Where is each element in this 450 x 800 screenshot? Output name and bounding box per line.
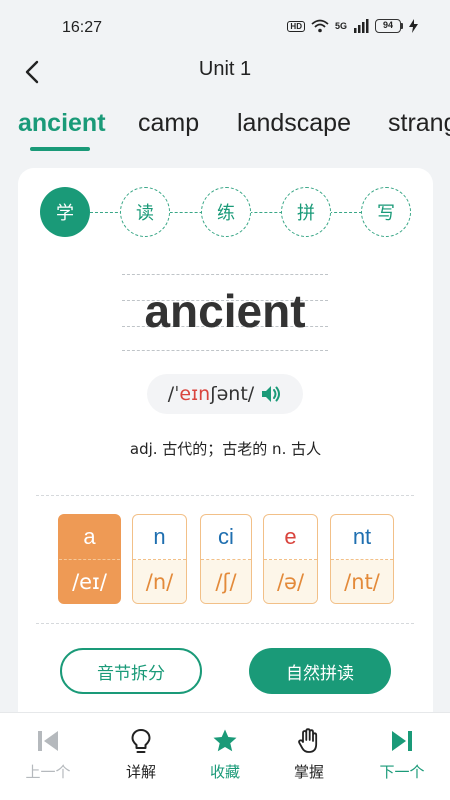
status-time: 16:27 [62, 19, 103, 36]
syllable-letters: a [59, 515, 120, 560]
next-button[interactable]: 下一个 [367, 727, 437, 782]
star-icon [213, 729, 237, 752]
syllable-sound: /ʃ/ [201, 560, 251, 603]
favorite-label: 收藏 [209, 763, 240, 781]
active-tab-indicator [30, 147, 90, 151]
syllable-sound: /eɪ/ [59, 560, 120, 603]
tab-camp[interactable]: camp [138, 109, 199, 138]
charging-icon [409, 19, 418, 33]
step-read[interactable]: 读 [120, 187, 170, 237]
step-write[interactable]: 写 [361, 187, 411, 237]
word-card: 学 读 练 拼 写 ancient /ˈeɪnʃənt/ adj. 古代的；古老… [18, 168, 433, 768]
battery-icon: 94 [375, 19, 403, 33]
detail-label: 详解 [125, 763, 156, 781]
divider [36, 623, 414, 624]
phonics-read-button[interactable]: 自然拼读 [249, 648, 391, 694]
header: Unit 1 [0, 50, 450, 94]
stressed-syllable: eɪn [179, 383, 211, 405]
learning-steps: 学 读 练 拼 写 [40, 187, 412, 239]
tab-strang[interactable]: strang [388, 109, 450, 138]
syllable-a[interactable]: a /eɪ/ [58, 514, 121, 604]
syllable-sound: /nt/ [331, 560, 393, 603]
syllable-letters: n [133, 515, 186, 560]
lightbulb-icon [131, 729, 151, 753]
syllable-n[interactable]: n /n/ [132, 514, 187, 604]
syllable-e[interactable]: e /ə/ [263, 514, 318, 604]
master-button[interactable]: 掌握 [274, 727, 344, 782]
prev-button[interactable]: 上一个 [13, 727, 83, 782]
step-learn[interactable]: 学 [40, 187, 90, 237]
word-text: ancient [144, 285, 306, 337]
hand-icon [298, 728, 318, 753]
favorite-button[interactable]: 收藏 [190, 727, 260, 782]
status-bar: 16:27 HD 5G 94 [0, 0, 450, 56]
bottom-nav: 上一个 详解 收藏 掌握 下一个 [0, 712, 450, 800]
phonetic-pill[interactable]: /ˈeɪnʃənt/ [147, 374, 303, 414]
hd-icon: HD [287, 20, 305, 32]
master-label: 掌握 [293, 763, 324, 781]
next-label: 下一个 [379, 763, 425, 781]
syllable-ci[interactable]: ci /ʃ/ [200, 514, 252, 604]
speaker-icon[interactable] [260, 384, 282, 404]
phonetic-text: /ˈeɪnʃənt/ [167, 383, 255, 405]
signal-icon [354, 19, 369, 33]
page-title: Unit 1 [198, 58, 252, 80]
divider [36, 495, 414, 496]
syllable-nt[interactable]: nt /nt/ [330, 514, 394, 604]
syllable-letters: ci [201, 515, 251, 560]
tab-ancient[interactable]: ancient [18, 109, 106, 138]
step-spell[interactable]: 拼 [281, 187, 331, 237]
syllable-split-button[interactable]: 音节拆分 [60, 648, 202, 694]
syllable-sound: /ə/ [264, 560, 317, 603]
syllable-letters: nt [331, 515, 393, 560]
step-practice[interactable]: 练 [201, 187, 251, 237]
syllable-sound: /n/ [133, 560, 186, 603]
wifi-icon [311, 19, 329, 33]
skip-previous-icon [38, 731, 58, 751]
word-display: ancient [122, 272, 328, 352]
status-icons: HD 5G 94 [287, 19, 418, 33]
skip-next-icon [392, 731, 412, 751]
tab-landscape[interactable]: landscape [237, 109, 351, 138]
syllable-letters: e [264, 515, 317, 560]
network-label: 5G [334, 21, 347, 31]
detail-button[interactable]: 详解 [106, 727, 176, 782]
prev-label: 上一个 [25, 763, 71, 781]
word-definition: adj. 古代的；古老的 n. 古人 [129, 440, 322, 458]
word-tabs: ancient camp landscape strang [0, 105, 450, 155]
battery-level: 94 [375, 19, 401, 33]
